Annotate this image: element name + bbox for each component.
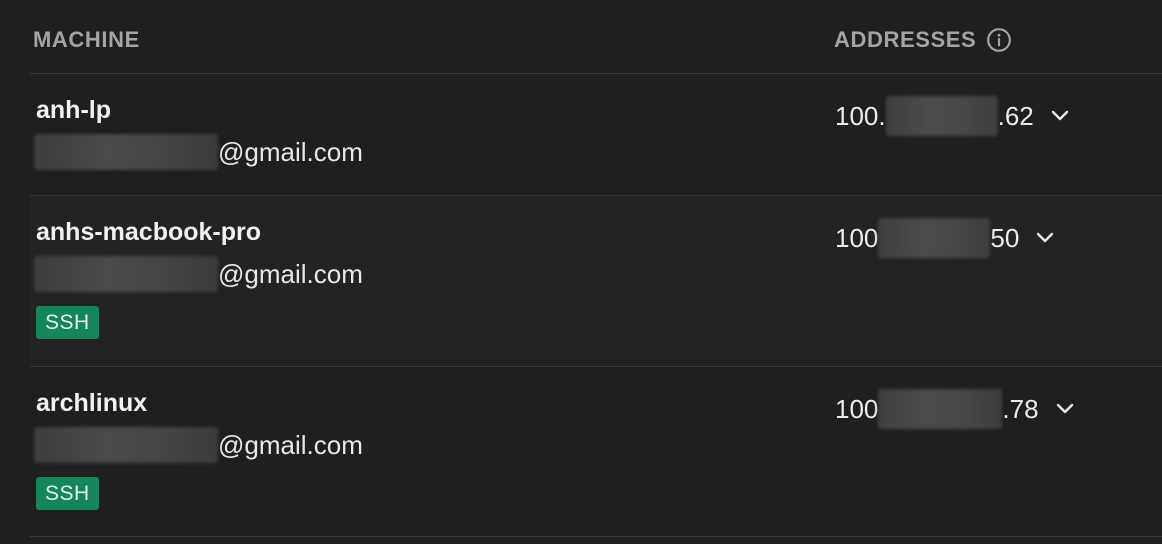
- owner-email: @gmail.com: [34, 256, 363, 292]
- table-row[interactable]: anh-lp @gmail.com 100. .62: [30, 74, 1162, 196]
- column-header-addresses-label: ADDRESSES: [834, 27, 977, 52]
- chevron-down-icon[interactable]: [1048, 104, 1072, 128]
- email-suffix: @gmail.com: [218, 136, 363, 167]
- chevron-down-icon[interactable]: [1033, 226, 1057, 250]
- address-prefix: 100: [835, 393, 879, 424]
- owner-email: @gmail.com: [34, 134, 363, 170]
- chevron-down-icon[interactable]: [1053, 397, 1077, 421]
- address-dropdown[interactable]: 100 .78: [835, 389, 1077, 429]
- address-dropdown[interactable]: 100. .62: [835, 96, 1072, 136]
- owner-email: @gmail.com: [34, 427, 363, 463]
- machine-name[interactable]: anh-lp: [36, 96, 111, 125]
- table-row[interactable]: anhs-macbook-pro @gmail.com SSH 100 50: [30, 196, 1162, 367]
- email-suffix: @gmail.com: [218, 429, 363, 460]
- redacted-email-user: [34, 256, 218, 292]
- address-suffix: .78: [1002, 393, 1039, 424]
- redacted-email-user: [34, 134, 218, 170]
- email-suffix: @gmail.com: [218, 258, 363, 289]
- redacted-email-user: [34, 427, 218, 463]
- address-prefix: 100: [835, 222, 879, 253]
- address-prefix: 100.: [835, 100, 886, 131]
- column-header-addresses: ADDRESSES: [834, 27, 1012, 53]
- ssh-badge: SSH: [36, 477, 99, 510]
- redacted-address: [878, 389, 1003, 429]
- machine-name[interactable]: anhs-macbook-pro: [36, 218, 261, 247]
- address-dropdown[interactable]: 100 50: [835, 218, 1057, 258]
- redacted-address: [878, 218, 991, 258]
- table-header: MACHINE ADDRESSES: [30, 0, 1162, 74]
- machine-name[interactable]: archlinux: [36, 389, 147, 418]
- redacted-address: [885, 96, 998, 136]
- address-suffix: 50: [990, 222, 1020, 253]
- ssh-badge: SSH: [36, 306, 99, 339]
- machines-table: MACHINE ADDRESSES anh-lp @gmail.com 100.…: [0, 0, 1162, 544]
- column-header-machine: MACHINE: [33, 27, 140, 52]
- info-icon[interactable]: [986, 27, 1012, 53]
- table-row[interactable]: archlinux @gmail.com SSH 100 .78: [30, 367, 1162, 537]
- address-suffix: .62: [997, 100, 1034, 131]
